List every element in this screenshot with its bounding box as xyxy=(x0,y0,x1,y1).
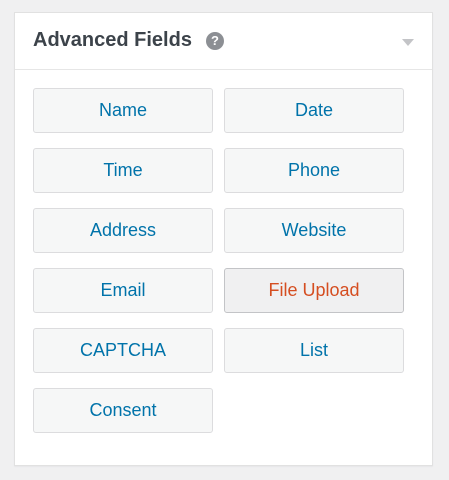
field-button-time[interactable]: Time xyxy=(33,148,213,193)
field-button-consent[interactable]: Consent xyxy=(33,388,213,433)
field-button-date[interactable]: Date xyxy=(224,88,404,133)
field-button-list[interactable]: List xyxy=(224,328,404,373)
chevron-down-icon[interactable] xyxy=(402,39,414,46)
field-button-file-upload[interactable]: File Upload xyxy=(224,268,404,313)
field-button-phone[interactable]: Phone xyxy=(224,148,404,193)
panel-title: Advanced Fields xyxy=(33,29,192,51)
field-button-email[interactable]: Email xyxy=(33,268,213,313)
field-button-address[interactable]: Address xyxy=(33,208,213,253)
field-button-website[interactable]: Website xyxy=(224,208,404,253)
field-button-name[interactable]: Name xyxy=(33,88,213,133)
field-button-captcha[interactable]: CAPTCHA xyxy=(33,328,213,373)
advanced-fields-panel: Advanced Fields ? Name Date Time Phone A… xyxy=(14,12,433,466)
panel-header[interactable]: Advanced Fields ? xyxy=(15,13,432,70)
help-icon[interactable]: ? xyxy=(206,32,224,50)
